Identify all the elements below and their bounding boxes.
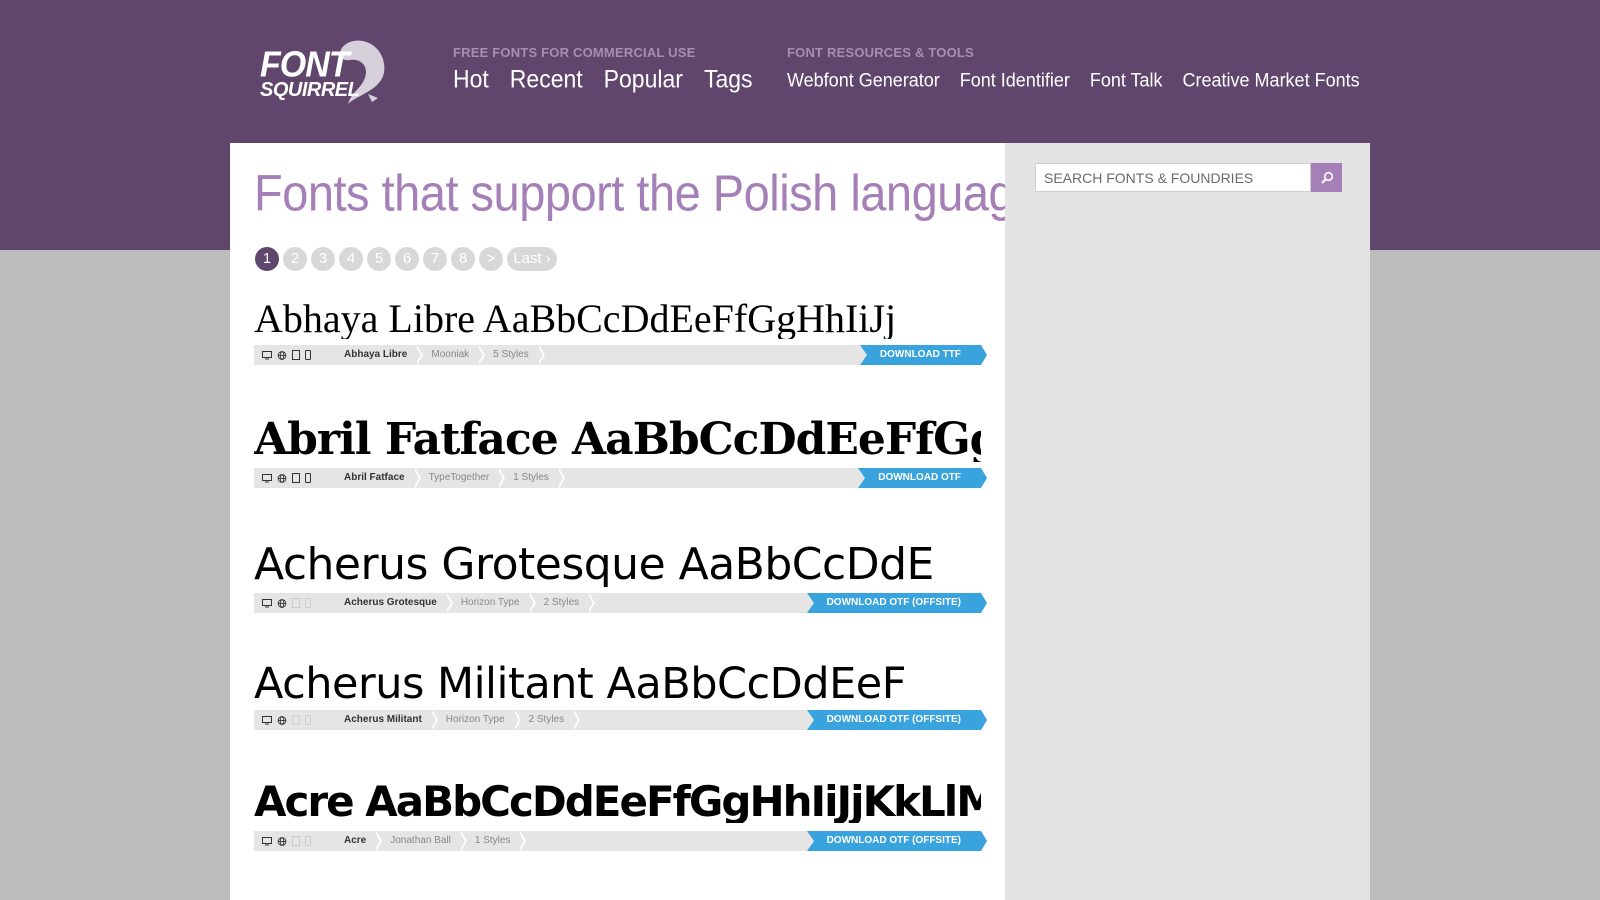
styles-count: 1 Styles: [461, 831, 526, 851]
free-fonts-heading: FREE FONTS FOR COMMERCIAL USE: [453, 45, 696, 60]
nav-popular-link[interactable]: Popular: [604, 65, 683, 94]
page-2-button[interactable]: 2: [283, 247, 307, 271]
page-7-button[interactable]: 7: [423, 247, 447, 271]
download-button[interactable]: DOWNLOAD OTF (OFFSITE): [806, 831, 988, 851]
download-button[interactable]: DOWNLOAD OTF (OFFSITE): [806, 593, 988, 613]
font-meta-bar: Acre Jonathan Ball 1 Styles DOWNLOAD OTF…: [254, 831, 988, 851]
phone-icon: [305, 715, 311, 725]
font-meta-bar: Abhaya Libre Mooniak 5 Styles DOWNLOAD T…: [254, 345, 988, 365]
font-sample[interactable]: Abril Fatface AaBbCcDdEeFfGgH: [254, 418, 981, 462]
font-sample[interactable]: Acherus Grotesque AaBbCcDdE: [254, 543, 981, 587]
font-squirrel-logo[interactable]: FONT SQUIRREL: [258, 34, 390, 106]
font-name-link[interactable]: Abhaya Libre: [330, 345, 424, 365]
font-row: Acherus Militant AaBbCcDdEeF Acherus Mil…: [254, 663, 988, 730]
tablet-icon: [292, 598, 300, 608]
tablet-icon: [292, 715, 300, 725]
globe-icon: [277, 715, 287, 725]
page-3-button[interactable]: 3: [311, 247, 335, 271]
search-form: [1035, 163, 1342, 192]
nav-tags-link[interactable]: Tags: [704, 65, 753, 94]
page-5-button[interactable]: 5: [367, 247, 391, 271]
magnifier-icon: [1320, 171, 1333, 184]
pagination: 1 2 3 4 5 6 7 8 > Last ›: [255, 247, 561, 271]
font-meta-bar: Acherus Grotesque Horizon Type 2 Styles …: [254, 593, 988, 613]
nav-webfont-generator-link[interactable]: Webfont Generator: [787, 69, 940, 92]
phone-icon: [305, 473, 311, 483]
font-name-link[interactable]: Acre: [330, 831, 383, 851]
globe-icon: [277, 836, 287, 846]
font-name-link[interactable]: Acherus Militant: [330, 710, 438, 730]
download-button[interactable]: DOWNLOAD TTF: [859, 345, 988, 365]
nav-creative-market-link[interactable]: Creative Market Fonts: [1183, 69, 1360, 92]
font-meta-bar: Abril Fatface TypeTogether 1 Styles DOWN…: [254, 468, 987, 488]
sidebar: [1005, 143, 1370, 900]
nav-font-identifier-link[interactable]: Font Identifier: [960, 69, 1070, 92]
font-row: Abhaya Libre AaBbCcDdEeFfGgHhIiJj Abhaya…: [254, 299, 988, 365]
next-page-button[interactable]: >: [479, 247, 503, 271]
font-name-link[interactable]: Acherus Grotesque: [330, 593, 453, 613]
search-button[interactable]: [1311, 163, 1342, 192]
font-row: Acre AaBbCcDdEeFfGgHhIiJjKkLlM Acre Jona…: [254, 781, 988, 851]
phone-icon: [305, 836, 311, 846]
foundry-link[interactable]: Jonathan Ball: [376, 831, 467, 851]
page-1-button[interactable]: 1: [255, 247, 279, 271]
nav-hot-link[interactable]: Hot: [453, 65, 489, 94]
styles-count: 1 Styles: [499, 468, 565, 488]
page-8-button[interactable]: 8: [451, 247, 475, 271]
font-sample[interactable]: Acre AaBbCcDdEeFfGgHhIiJjKkLlM: [254, 781, 981, 823]
resources-heading: FONT RESOURCES & TOOLS: [787, 45, 974, 60]
globe-icon: [277, 350, 287, 360]
font-sample[interactable]: Acherus Militant AaBbCcDdEeF: [254, 663, 981, 706]
search-input[interactable]: [1035, 163, 1311, 192]
styles-count: 5 Styles: [479, 345, 545, 365]
desktop-icon: [262, 598, 272, 607]
phone-icon: [305, 598, 311, 608]
desktop-icon: [262, 715, 272, 724]
tablet-icon: [292, 473, 300, 483]
nav-font-talk-link[interactable]: Font Talk: [1090, 69, 1163, 92]
styles-count: 2 Styles: [530, 593, 595, 613]
logo-word-font: FONT: [260, 45, 350, 85]
foundry-link[interactable]: Mooniak: [417, 345, 485, 365]
page-title: Fonts that support the Polish language: [254, 164, 1040, 222]
font-sample[interactable]: Abhaya Libre AaBbCcDdEeFfGgHhIiJj: [254, 299, 981, 339]
phone-icon: [305, 350, 311, 360]
styles-count: 2 Styles: [515, 710, 580, 730]
globe-icon: [277, 598, 287, 608]
desktop-icon: [262, 836, 272, 845]
desktop-icon: [262, 473, 272, 482]
free-fonts-nav: FREE FONTS FOR COMMERCIAL USE Hot Recent…: [453, 45, 774, 93]
last-page-button[interactable]: Last ›: [507, 247, 557, 271]
page-6-button[interactable]: 6: [395, 247, 419, 271]
download-button[interactable]: DOWNLOAD OTF (OFFSITE): [806, 710, 988, 730]
font-row: Abril Fatface AaBbCcDdEeFfGgH Abril Fatf…: [254, 418, 987, 488]
globe-icon: [277, 473, 287, 483]
logo-word-squirrel: SQUIRREL: [260, 79, 360, 101]
page-4-button[interactable]: 4: [339, 247, 363, 271]
foundry-link[interactable]: Horizon Type: [447, 593, 536, 613]
download-button[interactable]: DOWNLOAD OTF: [858, 468, 987, 488]
tablet-icon: [292, 836, 300, 846]
resources-nav: FONT RESOURCES & TOOLS Webfont Generator…: [787, 45, 1380, 91]
font-name-link[interactable]: Abril Fatface: [330, 468, 421, 488]
nav-recent-link[interactable]: Recent: [510, 65, 583, 94]
foundry-link[interactable]: Horizon Type: [432, 710, 521, 730]
foundry-link[interactable]: TypeTogether: [415, 468, 505, 488]
font-row: Acherus Grotesque AaBbCcDdE Acherus Grot…: [254, 543, 988, 613]
desktop-icon: [262, 350, 272, 359]
tablet-icon: [292, 350, 300, 360]
main-content: Fonts that support the Polish language 1…: [230, 143, 1040, 900]
font-meta-bar: Acherus Militant Horizon Type 2 Styles D…: [254, 710, 988, 730]
